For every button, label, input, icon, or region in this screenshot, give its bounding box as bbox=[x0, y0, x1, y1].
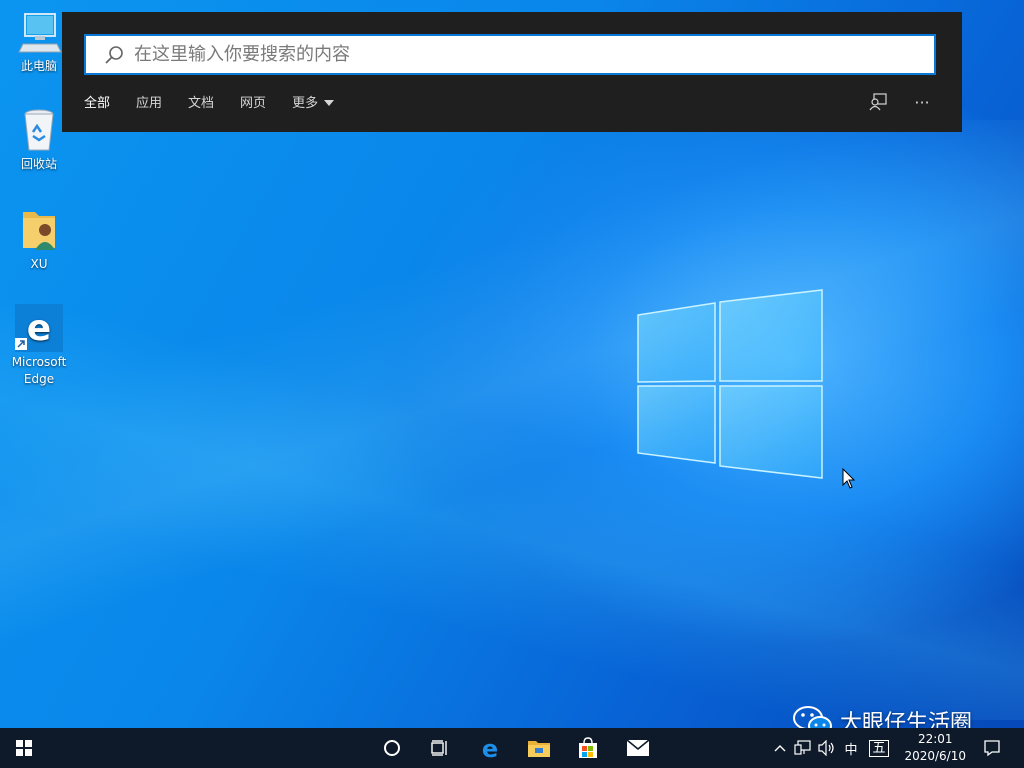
action-center-icon bbox=[984, 740, 1000, 757]
task-view-button[interactable] bbox=[416, 728, 464, 768]
ellipsis-icon: ··· bbox=[914, 92, 930, 112]
tab-label: 全部 bbox=[84, 96, 111, 111]
user-folder-icon bbox=[15, 206, 63, 254]
light-beam-lower bbox=[0, 280, 1024, 720]
tab-documents[interactable]: 文档 bbox=[188, 92, 214, 111]
mouse-cursor-icon bbox=[842, 468, 856, 489]
clock-time: 22:01 bbox=[917, 732, 953, 746]
windows-start-icon bbox=[16, 740, 32, 756]
tab-apps[interactable]: 应用 bbox=[136, 92, 162, 111]
tab-label: 网页 bbox=[240, 96, 267, 111]
clock-date: 2020/6/10 bbox=[904, 749, 966, 763]
edge-icon: e bbox=[15, 304, 63, 352]
action-center-button[interactable] bbox=[976, 728, 1008, 768]
desktop-icon-label: 回收站 bbox=[20, 157, 57, 171]
network-icon bbox=[794, 740, 811, 755]
svg-text:e: e bbox=[482, 736, 498, 760]
computer-icon bbox=[15, 8, 63, 56]
recycle-bin-icon bbox=[15, 106, 63, 154]
ime-mode-label: 中 bbox=[844, 742, 858, 758]
mail-button[interactable] bbox=[614, 728, 662, 768]
cortana-icon bbox=[384, 740, 400, 756]
search-filter-tabs: 全部 应用 文档 网页 更多 bbox=[84, 92, 360, 111]
ime-layout-label: 五 bbox=[869, 739, 889, 757]
windows-logo-wallpaper bbox=[637, 289, 823, 479]
taskbar-edge-button[interactable]: e bbox=[466, 728, 514, 768]
svg-text:e: e bbox=[27, 308, 51, 349]
ime-mode-button[interactable]: 中 bbox=[840, 728, 862, 768]
tab-label: 应用 bbox=[136, 96, 163, 111]
clock-button[interactable]: 22:01 2020/6/10 bbox=[904, 731, 966, 765]
tab-label: 文档 bbox=[188, 96, 215, 111]
network-button[interactable] bbox=[792, 728, 814, 768]
tab-web[interactable]: 网页 bbox=[240, 92, 266, 111]
file-explorer-icon bbox=[528, 741, 550, 757]
tab-all[interactable]: 全部 bbox=[84, 92, 110, 111]
light-beam-upper bbox=[0, 120, 1024, 740]
feedback-icon bbox=[869, 93, 887, 111]
desktop-icon-label: XU bbox=[30, 257, 48, 271]
show-hidden-icons-button[interactable] bbox=[770, 728, 790, 768]
search-panel: 全部 应用 文档 网页 更多 ··· bbox=[62, 12, 962, 132]
chevron-up-icon bbox=[774, 745, 786, 752]
volume-button[interactable] bbox=[816, 728, 838, 768]
store-button[interactable] bbox=[564, 728, 612, 768]
mail-icon bbox=[626, 739, 650, 756]
search-panel-actions: ··· bbox=[844, 92, 932, 112]
search-icon bbox=[105, 45, 123, 64]
desktop-icon-label: Microsoft Edge bbox=[11, 355, 67, 386]
taskbar: e 中 五 22:01 2020/6/10 bbox=[0, 728, 1024, 768]
more-options-button[interactable]: ··· bbox=[912, 92, 932, 112]
volume-icon bbox=[818, 740, 834, 756]
search-input[interactable] bbox=[124, 35, 934, 74]
tab-label: 更多 bbox=[292, 96, 319, 111]
tab-more[interactable]: 更多 bbox=[292, 92, 335, 111]
cortana-button[interactable] bbox=[368, 728, 416, 768]
search-box[interactable] bbox=[84, 34, 936, 75]
task-view-icon bbox=[431, 740, 447, 756]
edge-icon: e bbox=[482, 736, 498, 760]
start-button[interactable] bbox=[0, 728, 48, 768]
ime-layout-button[interactable]: 五 bbox=[866, 728, 892, 768]
feedback-button[interactable] bbox=[868, 92, 888, 112]
caret-down-icon bbox=[324, 99, 335, 106]
desktop-icon-edge[interactable]: e Microsoft Edge bbox=[6, 304, 72, 388]
desktop-icon-user-folder[interactable]: XU bbox=[6, 206, 72, 273]
file-explorer-button[interactable] bbox=[515, 728, 563, 768]
store-icon bbox=[579, 737, 597, 758]
